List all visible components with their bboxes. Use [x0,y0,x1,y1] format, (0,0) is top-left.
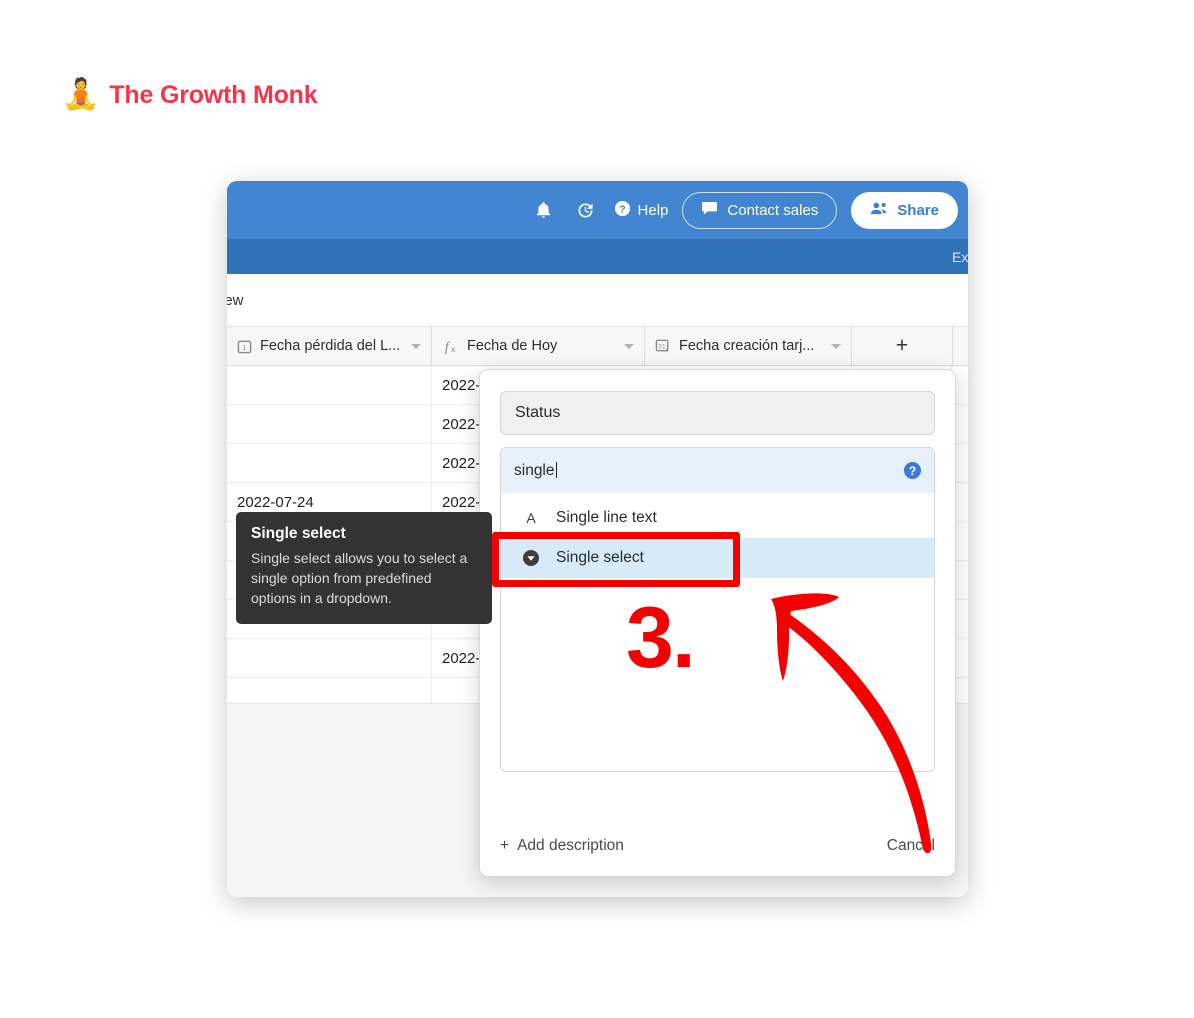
formula-field-icon: f x [442,338,459,355]
annotation-step-number: 3. [626,590,696,686]
date-field-icon: 1 [237,339,252,354]
field-editor-dialog: Status single ? A Single line text Singl… [479,369,956,877]
version-history-icon[interactable] [572,196,600,224]
share-button[interactable]: Share [851,191,958,229]
created-time-field-icon: 31 [655,338,671,354]
field-type-picker: single ? A Single line text Single selec… [500,447,935,772]
extensions-tab[interactable]: Exte [952,249,968,265]
app-topbar: ? Help Contact sales Share [227,181,968,239]
column-header-fecha-creacion[interactable]: 31 Fecha creación tarj... [645,327,852,365]
field-name-input[interactable]: Status [500,391,935,435]
svg-text:A: A [526,510,536,526]
cell-value[interactable] [227,405,432,443]
contact-sales-label: Contact sales [727,201,819,219]
svg-text:x: x [451,344,456,354]
field-type-option-single-select[interactable]: Single select [501,538,934,578]
contact-sales-button[interactable]: Contact sales [682,191,838,229]
field-type-search-input[interactable]: single [514,461,904,480]
plus-icon: + [500,837,510,854]
notifications-bell-icon[interactable] [530,196,558,224]
text-cursor [555,461,557,478]
svg-text:f: f [445,339,451,355]
option-label: Single line text [556,509,657,526]
column-header-fecha-perdida[interactable]: 1 Fecha pérdida del L... [227,327,432,365]
svg-text:1: 1 [243,344,247,351]
cell-value[interactable] [227,366,432,404]
cell-value[interactable] [227,444,432,482]
chevron-down-icon[interactable] [411,343,421,349]
svg-text:?: ? [619,204,625,215]
topbar-actions: ? Help Contact sales Share [530,191,958,229]
letter-a-icon: A [521,510,541,526]
cell-value[interactable] [227,639,432,677]
brand-header: 🧘 The Growth Monk [62,78,318,111]
chevron-down-icon[interactable] [624,343,634,349]
brand-name: The Growth Monk [109,80,318,109]
view-name-label[interactable]: iew [227,292,244,309]
help-label: Help [637,201,669,219]
share-label: Share [897,201,939,219]
app-subbar: Exte [227,239,968,274]
column-header-fecha-de-hoy[interactable]: f x Fecha de Hoy [432,327,645,365]
add-column-button[interactable]: + [852,327,953,365]
column-header-label: Fecha de Hoy [467,338,558,354]
field-type-search-row[interactable]: single ? [501,448,934,493]
dialog-footer: + Add description Cancel [500,816,935,876]
search-input-text: single [514,461,555,479]
monk-logo-icon: 🧘 [62,78,100,111]
plus-icon: + [895,334,909,357]
field-type-option-single-line-text[interactable]: A Single line text [501,498,934,538]
question-circle-icon: ? [614,200,631,221]
add-description-label: Add description [517,837,624,854]
single-select-chevron-icon [521,549,541,567]
tooltip-title: Single select [251,525,346,542]
cancel-button[interactable]: Cancel [887,837,935,855]
tooltip-body: Single select allows you to select a sin… [251,550,468,606]
chevron-down-icon[interactable] [831,343,841,349]
column-header-label: Fecha pérdida del L... [260,338,401,354]
column-header-label: Fecha creación tarj... [679,338,815,354]
svg-text:31: 31 [658,343,666,350]
people-icon [870,201,888,220]
view-toolbar: iew [227,274,968,327]
question-mark-circle-icon[interactable]: ? [904,462,921,479]
field-type-options-list: A Single line text Single select [501,493,934,771]
grid-column-headers: 1 Fecha pérdida del L... f x Fecha de Ho… [227,327,968,366]
option-label: Single select [556,549,644,566]
field-type-tooltip: Single select Single select allows you t… [236,512,492,624]
chat-bubble-icon [701,201,718,220]
help-button[interactable]: ? Help [614,200,669,221]
add-description-button[interactable]: + Add description [500,837,624,855]
